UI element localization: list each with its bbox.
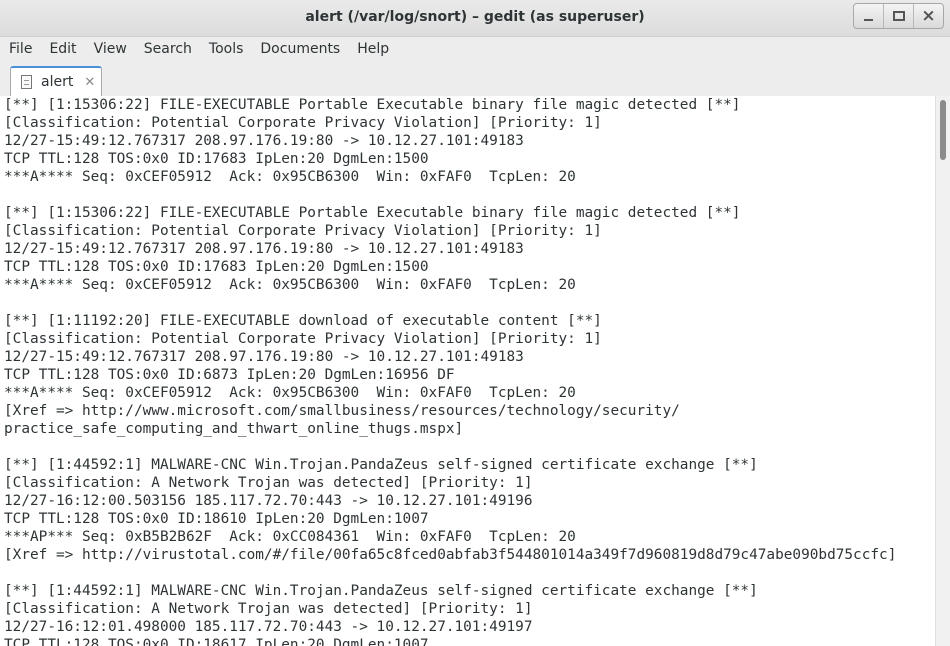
text-line [4, 294, 934, 312]
text-line: TCP TTL:128 TOS:0x0 ID:17683 IpLen:20 Dg… [4, 259, 429, 275]
text-line: [Classification: Potential Corporate Pri… [4, 331, 602, 347]
tab-alert[interactable]: alert ✕ [10, 66, 102, 96]
text-document-icon [21, 75, 32, 89]
text-line: ***A**** Seq: 0xCEF05912 Ack: 0x95CB6300… [4, 277, 576, 293]
text-line: [Classification: A Network Trojan was de… [4, 475, 533, 491]
window-title: alert (/var/log/snort) – gedit (as super… [305, 9, 645, 25]
text-line: TCP TTL:128 TOS:0x0 ID:18610 IpLen:20 Dg… [4, 511, 429, 527]
menu-edit[interactable]: Edit [40, 41, 84, 57]
menu-bar: File Edit View Search Tools Documents He… [0, 36, 950, 62]
text-line: [Classification: Potential Corporate Pri… [4, 115, 602, 131]
text-line: practice_safe_computing_and_thwart_onlin… [4, 421, 464, 437]
menu-tools[interactable]: Tools [200, 41, 252, 57]
text-line: ***AP*** Seq: 0xB5B2B62F Ack: 0xCC084361… [4, 529, 576, 545]
text-line: 12/27-15:49:12.767317 208.97.176.19:80 -… [4, 241, 524, 257]
text-line: 12/27-16:12:00.503156 185.117.72.70:443 … [4, 493, 533, 509]
text-line: 12/27-15:49:12.767317 208.97.176.19:80 -… [4, 349, 524, 365]
menu-view[interactable]: View [85, 41, 135, 57]
text-line: [Xref => http://virustotal.com/#/file/00… [4, 547, 897, 563]
tab-label: alert [41, 74, 74, 90]
menu-file[interactable]: File [0, 41, 40, 57]
text-line [4, 186, 934, 204]
text-line: TCP TTL:128 TOS:0x0 ID:17683 IpLen:20 Dg… [4, 151, 429, 167]
document-text[interactable]: [**] [1:15306:22] FILE-EXECUTABLE Portab… [4, 96, 934, 646]
tab-bar: alert ✕ [0, 62, 950, 97]
minimize-icon [864, 19, 873, 21]
tab-close-icon[interactable]: ✕ [84, 75, 95, 90]
text-line: ***A**** Seq: 0xCEF05912 Ack: 0x95CB6300… [4, 385, 576, 401]
text-line: [**] [1:15306:22] FILE-EXECUTABLE Portab… [4, 97, 741, 113]
close-window-button[interactable]: × [914, 4, 943, 28]
vertical-scrollbar[interactable] [935, 96, 950, 646]
text-line [4, 438, 934, 456]
menu-help[interactable]: Help [348, 41, 397, 57]
text-line: [Classification: A Network Trojan was de… [4, 601, 533, 617]
text-line: [Classification: Potential Corporate Pri… [4, 223, 602, 239]
text-line [4, 564, 934, 582]
text-line: [**] [1:44592:1] MALWARE-CNC Win.Trojan.… [4, 583, 758, 599]
minimize-button[interactable] [854, 4, 884, 28]
text-line: [**] [1:44592:1] MALWARE-CNC Win.Trojan.… [4, 457, 758, 473]
text-line: 12/27-15:49:12.767317 208.97.176.19:80 -… [4, 133, 524, 149]
text-editor[interactable]: [**] [1:15306:22] FILE-EXECUTABLE Portab… [0, 96, 950, 646]
text-line: [**] [1:11192:20] FILE-EXECUTABLE downlo… [4, 313, 602, 329]
maximize-icon [892, 11, 905, 21]
text-line: TCP TTL:128 TOS:0x0 ID:6873 IpLen:20 Dgm… [4, 367, 455, 383]
text-line: ***A**** Seq: 0xCEF05912 Ack: 0x95CB6300… [4, 169, 576, 185]
title-bar[interactable]: alert (/var/log/snort) – gedit (as super… [0, 0, 950, 37]
text-line: [Xref => http://www.microsoft.com/smallb… [4, 403, 680, 419]
window-controls: × [853, 3, 944, 29]
text-line: [**] [1:15306:22] FILE-EXECUTABLE Portab… [4, 205, 741, 221]
maximize-button[interactable] [884, 4, 914, 28]
close-icon: × [921, 5, 936, 26]
scrollbar-thumb[interactable] [940, 100, 946, 160]
menu-search[interactable]: Search [135, 41, 200, 57]
text-line: TCP TTL:128 TOS:0x0 ID:18617 IpLen:20 Dg… [4, 637, 429, 646]
text-line: 12/27-16:12:01.498000 185.117.72.70:443 … [4, 619, 533, 635]
menu-documents[interactable]: Documents [251, 41, 348, 57]
